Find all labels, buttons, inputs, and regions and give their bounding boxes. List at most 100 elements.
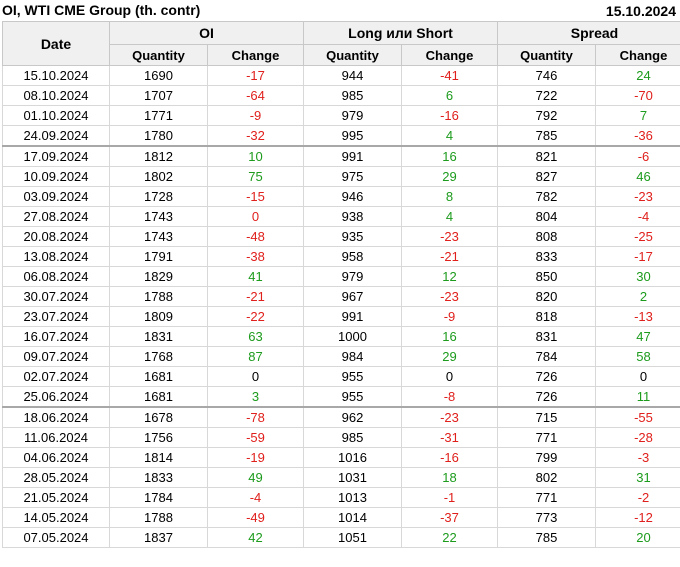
oi-quantity-cell: 1780 (109, 125, 208, 147)
oi-change-cell: -17 (207, 65, 304, 86)
oi-change-cell: -64 (207, 85, 304, 106)
table-row: 30.07.2024 1788 -21 967 -23 820 2 (2, 286, 680, 307)
oi-change-cell: -22 (207, 306, 304, 327)
oi-change-cell: -49 (207, 507, 304, 528)
long-short-change-cell: 6 (401, 85, 498, 106)
oi-quantity-cell: 1681 (109, 386, 208, 408)
oi-change-cell: -48 (207, 226, 304, 247)
oi-change-cell: -38 (207, 246, 304, 267)
long-short-change-cell: 0 (401, 366, 498, 387)
table-row: 04.06.2024 1814 -19 1016 -16 799 -3 (2, 447, 680, 468)
long-short-quantity-cell: 991 (303, 145, 402, 167)
spread-quantity-cell: 792 (497, 105, 596, 126)
spread-quantity-header: Quantity (497, 44, 596, 66)
long-short-change-cell: 29 (401, 346, 498, 367)
spread-change-cell: 2 (595, 286, 680, 307)
long-short-quantity-cell: 1051 (303, 527, 402, 548)
oi-change-cell: 0 (207, 366, 304, 387)
oi-change-cell: -59 (207, 427, 304, 448)
long-short-change-cell: 4 (401, 125, 498, 147)
spread-change-cell: -25 (595, 226, 680, 247)
table-row: 07.05.2024 1837 42 1051 22 785 20 (2, 527, 680, 548)
oi-group-header: OI (109, 21, 304, 45)
long-short-change-cell: -23 (401, 226, 498, 247)
spread-change-cell: -12 (595, 507, 680, 528)
spread-change-cell: -55 (595, 406, 680, 428)
oi-change-cell: 87 (207, 346, 304, 367)
long-short-quantity-cell: 975 (303, 166, 402, 187)
long-short-quantity-cell: 1014 (303, 507, 402, 528)
long-short-change-cell: -8 (401, 386, 498, 408)
table-row: 06.08.2024 1829 41 979 12 850 30 (2, 266, 680, 287)
spread-change-cell: -28 (595, 427, 680, 448)
date-cell: 03.09.2024 (2, 186, 110, 207)
spread-quantity-cell: 726 (497, 386, 596, 408)
date-cell: 08.10.2024 (2, 85, 110, 106)
spread-change-cell: -23 (595, 186, 680, 207)
long-short-quantity-cell: 955 (303, 366, 402, 387)
title-bar: OI, WTI CME Group (th. contr) 15.10.2024 (0, 0, 680, 22)
spread-change-cell: 0 (595, 366, 680, 387)
table-row: 18.06.2024 1678 -78 962 -23 715 -55 (2, 406, 680, 428)
oi-change-cell: 63 (207, 326, 304, 347)
table-row: 13.08.2024 1791 -38 958 -21 833 -17 (2, 246, 680, 267)
oi-quantity-cell: 1681 (109, 366, 208, 387)
oi-change-cell: -32 (207, 125, 304, 147)
oi-quantity-cell: 1788 (109, 286, 208, 307)
long-short-change-cell: 18 (401, 467, 498, 488)
date-cell: 09.07.2024 (2, 346, 110, 367)
table-row: 03.09.2024 1728 -15 946 8 782 -23 (2, 186, 680, 207)
spread-quantity-cell: 715 (497, 406, 596, 428)
spread-quantity-cell: 821 (497, 145, 596, 167)
spread-change-cell: 11 (595, 386, 680, 408)
oi-change-cell: -15 (207, 186, 304, 207)
long-short-quantity-cell: 958 (303, 246, 402, 267)
spread-change-cell: -3 (595, 447, 680, 468)
long-short-quantity-cell: 946 (303, 186, 402, 207)
table-row: 25.06.2024 1681 3 955 -8 726 11 (2, 386, 680, 408)
spread-change-cell: 31 (595, 467, 680, 488)
long-short-quantity-cell: 1031 (303, 467, 402, 488)
long-short-change-cell: 29 (401, 166, 498, 187)
long-short-quantity-cell: 1000 (303, 326, 402, 347)
spread-quantity-cell: 850 (497, 266, 596, 287)
date-cell: 23.07.2024 (2, 306, 110, 327)
oi-quantity-cell: 1768 (109, 346, 208, 367)
spread-change-cell: -4 (595, 206, 680, 227)
long-short-change-cell: 8 (401, 186, 498, 207)
oi-change-cell: 41 (207, 266, 304, 287)
spread-quantity-cell: 804 (497, 206, 596, 227)
spread-quantity-cell: 773 (497, 507, 596, 528)
spread-group-header: Spread (497, 21, 680, 45)
spread-quantity-cell: 802 (497, 467, 596, 488)
long-short-change-cell: 16 (401, 145, 498, 167)
spread-change-cell: -36 (595, 125, 680, 147)
table-row: 08.10.2024 1707 -64 985 6 722 -70 (2, 85, 680, 106)
oi-quantity-cell: 1756 (109, 427, 208, 448)
long-short-quantity-cell: 967 (303, 286, 402, 307)
long-short-change-cell: -1 (401, 487, 498, 508)
spread-change-cell: 47 (595, 326, 680, 347)
oi-quantity-cell: 1814 (109, 447, 208, 468)
long-short-quantity-cell: 1016 (303, 447, 402, 468)
date-cell: 13.08.2024 (2, 246, 110, 267)
long-short-quantity-cell: 1013 (303, 487, 402, 508)
spread-change-cell: 20 (595, 527, 680, 548)
oi-quantity-cell: 1809 (109, 306, 208, 327)
table-row: 01.10.2024 1771 -9 979 -16 792 7 (2, 105, 680, 126)
long-short-quantity-cell: 935 (303, 226, 402, 247)
table-body: 15.10.2024 1690 -17 944 -41 746 24 08.10.2024 17… (2, 65, 680, 548)
date-cell: 02.07.2024 (2, 366, 110, 387)
oi-quantity-cell: 1829 (109, 266, 208, 287)
spread-quantity-cell: 722 (497, 85, 596, 106)
spread-change-cell: 46 (595, 166, 680, 187)
report-title: OI, WTI CME Group (th. contr) (2, 2, 201, 18)
oi-quantity-cell: 1833 (109, 467, 208, 488)
date-column-header: Date (2, 21, 110, 66)
date-cell: 10.09.2024 (2, 166, 110, 187)
spread-change-cell: 7 (595, 105, 680, 126)
spread-change-cell: 58 (595, 346, 680, 367)
long-short-quantity-cell: 979 (303, 105, 402, 126)
long-short-change-cell: -21 (401, 246, 498, 267)
oi-change-cell: 42 (207, 527, 304, 548)
